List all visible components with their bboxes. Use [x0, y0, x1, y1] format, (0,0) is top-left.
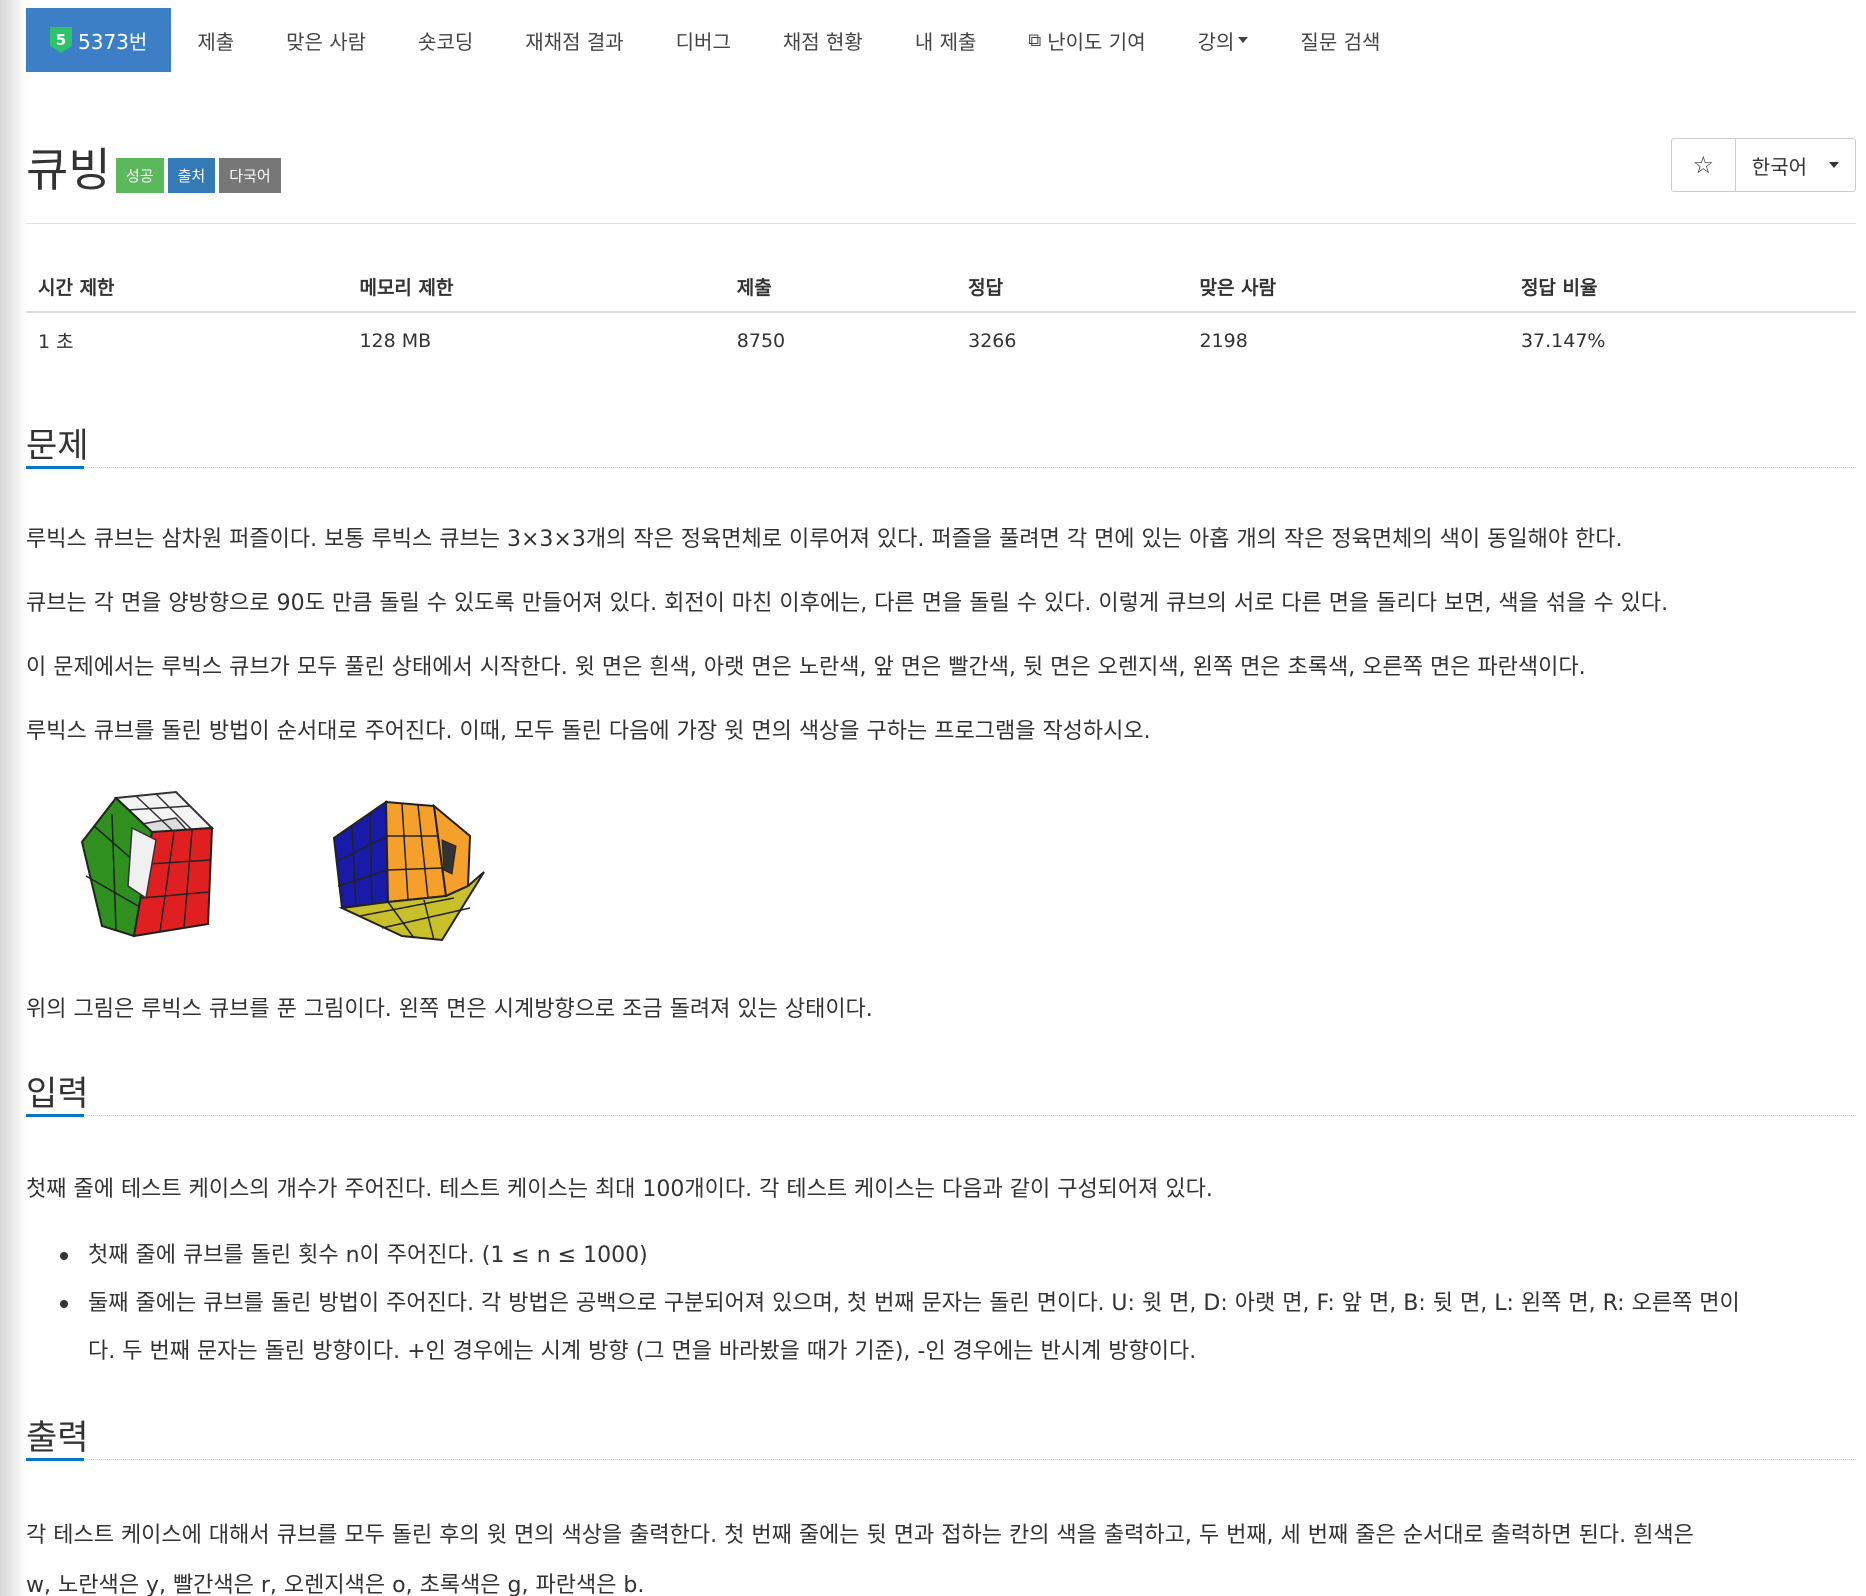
favorite-button[interactable]: ☆ — [1672, 139, 1736, 191]
table-header-row: 시간 제한 메모리 제한 제출 정답 맞은 사람 정답 비율 — [26, 262, 1856, 313]
problem-header: 큐빙 성공 출처 다국어 ☆ 한국어 — [26, 128, 1856, 224]
cube-image-left — [80, 790, 215, 938]
input-bullet-1: 첫째 줄에 큐브를 돌린 횟수 n이 주어진다. (1 ≤ n ≤ 1000) — [88, 1243, 648, 1268]
level-badge-icon: 5 — [50, 27, 72, 53]
heading-underline — [26, 1458, 84, 1461]
nav-submit[interactable]: 제출 — [171, 8, 260, 72]
output-heading-text: 출력 — [26, 1418, 89, 1458]
label-multilang: 다국어 — [219, 158, 281, 193]
input-list: 첫째 줄에 큐브를 돌린 횟수 n이 주어진다. (1 ≤ n ≤ 1000) … — [26, 1232, 1856, 1376]
value-submissions: 8750 — [736, 329, 786, 352]
value-accepted-users: 2198 — [1199, 329, 1248, 352]
heading-underline — [26, 466, 84, 469]
nav-lecture-dropdown[interactable]: 강의 — [1172, 8, 1275, 72]
value-accept-ratio: 37.147% — [1520, 329, 1606, 352]
output-paragraph-line-2: w, 노란색은 y, 빨간색은 r, 오렌지색은 o, 초록색은 g, 파란색은… — [26, 1573, 645, 1596]
output-paragraph-line-1: 각 테스트 케이스에 대해서 큐브를 모두 돌린 후의 윗 면의 색상을 출력한… — [26, 1523, 1694, 1548]
nav-rejudge-results[interactable]: 재채점 결과 — [499, 8, 649, 72]
section-input-heading: 입력 — [26, 1066, 1856, 1117]
language-label: 한국어 — [1751, 154, 1807, 179]
nav-short-coding[interactable]: 숏코딩 — [392, 8, 499, 72]
chevron-down-icon — [1829, 162, 1839, 168]
input-heading-text: 입력 — [26, 1074, 89, 1114]
input-bullet-2-line-1: 둘째 줄에는 큐브를 돌린 방법이 주어진다. 각 방법은 공백으로 구분되어져… — [88, 1291, 1740, 1316]
value-memory-limit: 128 MB — [359, 329, 432, 352]
problem-heading-text: 문제 — [26, 426, 89, 466]
input-bullet-2-line-2: 다. 두 번째 문자는 돌린 방향이다. +인 경우에는 시계 방향 (그 면을… — [88, 1339, 1197, 1364]
table-row: 1 초 128 MB 8750 3266 2198 37.147% — [26, 312, 1856, 368]
problem-nav: 5 5373번 제출 맞은 사람 숏코딩 재채점 결과 디버그 채점 현황 내 … — [26, 8, 1406, 72]
section-problem-heading: 문제 — [26, 418, 1856, 469]
heading-underline — [26, 1114, 84, 1117]
header-accepted-users: 맞은 사람 — [1187, 262, 1509, 313]
lecture-label: 강의 — [1197, 29, 1235, 54]
left-edge-shadow — [0, 0, 26, 1596]
list-item: 둘째 줄에는 큐브를 돌린 방법이 주어진다. 각 방법은 공백으로 구분되어져… — [26, 1280, 1856, 1376]
problem-paragraph-1: 루빅스 큐브는 삼차원 퍼즐이다. 보통 루빅스 큐브는 3×3×3개의 작은 … — [26, 527, 1623, 552]
value-correct: 3266 — [968, 329, 1017, 352]
star-icon: ☆ — [1692, 151, 1715, 179]
problem-labels: 성공 출처 다국어 — [116, 158, 281, 193]
cube-image-right — [332, 800, 485, 942]
nav-debug[interactable]: 디버그 — [650, 8, 757, 72]
problem-id-label: 5373번 — [78, 29, 148, 54]
nav-problem-id[interactable]: 5 5373번 — [26, 8, 172, 72]
header-correct: 정답 — [956, 262, 1188, 313]
header-actions: ☆ 한국어 — [1670, 138, 1856, 192]
problem-paragraph-5: 위의 그림은 루빅스 큐브를 푼 그림이다. 왼쪽 면은 시계방향으로 조금 돌… — [26, 997, 873, 1022]
label-success: 성공 — [116, 158, 164, 193]
problem-page: 5 5373번 제출 맞은 사람 숏코딩 재채점 결과 디버그 채점 현황 내 … — [26, 0, 1856, 1596]
problem-paragraph-4: 루빅스 큐브를 돌린 방법이 순서대로 주어진다. 이때, 모두 돌린 다음에 … — [26, 719, 1151, 744]
external-link-icon: ⧉ — [1028, 29, 1042, 51]
section-output-heading: 출력 — [26, 1410, 1856, 1461]
problem-paragraph-3: 이 문제에서는 루빅스 큐브가 모두 풀린 상태에서 시작한다. 윗 면은 흰색… — [26, 655, 1586, 680]
chevron-down-icon — [1238, 37, 1249, 43]
problem-paragraph-2: 큐브는 각 면을 양방향으로 90도 만큼 돌릴 수 있도록 만들어져 있다. … — [26, 591, 1669, 616]
input-paragraph-1: 첫째 줄에 테스트 케이스의 개수가 주어진다. 테스트 케이스는 최대 100… — [26, 1177, 1213, 1202]
nav-my-submissions[interactable]: 내 제출 — [889, 8, 1003, 72]
header-submissions: 제출 — [724, 262, 957, 313]
nav-contribute-difficulty[interactable]: ⧉ 난이도 기여 — [1002, 8, 1171, 72]
language-dropdown[interactable]: 한국어 — [1736, 139, 1855, 191]
value-time-limit: 1 초 — [38, 331, 74, 353]
nav-question-search[interactable]: 질문 검색 — [1274, 8, 1406, 72]
header-memory-limit: 메모리 제한 — [347, 262, 725, 313]
contribute-label: 난이도 기여 — [1047, 29, 1146, 54]
header-accept-ratio: 정답 비율 — [1508, 262, 1856, 313]
nav-accepted-users[interactable]: 맞은 사람 — [260, 8, 392, 72]
nav-status[interactable]: 채점 현황 — [757, 8, 889, 72]
problem-title: 큐빙 — [26, 143, 111, 197]
header-time-limit: 시간 제한 — [26, 262, 348, 313]
problem-info-table: 시간 제한 메모리 제한 제출 정답 맞은 사람 정답 비율 1 초 128 M… — [26, 262, 1856, 368]
label-source[interactable]: 출처 — [167, 158, 216, 193]
list-item: 첫째 줄에 큐브를 돌린 횟수 n이 주어진다. (1 ≤ n ≤ 1000) — [26, 1232, 1856, 1280]
